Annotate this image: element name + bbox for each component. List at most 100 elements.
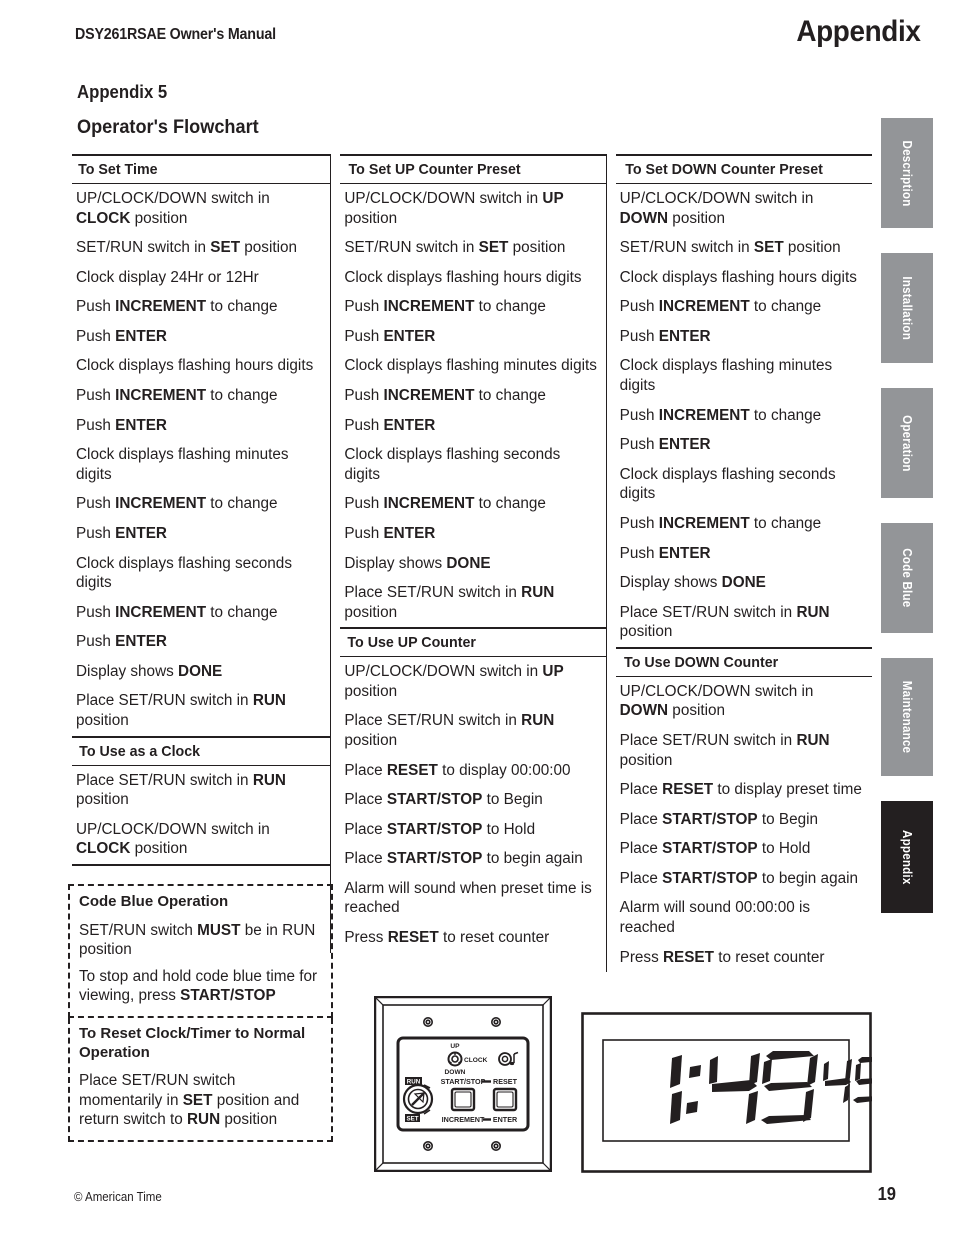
step-item: Place SET/RUN switch in RUN position <box>619 731 830 769</box>
step-item: Press RESET to reset counter <box>619 948 825 966</box>
step-list: UP/CLOCK/DOWN switch in DOWN position Pla… <box>616 677 872 972</box>
step-item: Clock displays flashing seconds digits <box>344 446 561 483</box>
operators-flowchart-table: To Set Time UP/CLOCK/DOWN switch in CLOCK… <box>72 154 873 973</box>
column-header: To Use as a Clock <box>72 735 331 766</box>
column-header: To Set UP Counter Preset <box>340 154 606 184</box>
chapter-title: Appendix <box>795 15 921 48</box>
step-item: Place START/STOP to Hold <box>344 820 536 838</box>
step-item: Place RESET to display preset time <box>619 781 862 799</box>
svg-text:RESET: RESET <box>493 1077 518 1086</box>
step-item: Push INCREMENT to change <box>76 387 278 405</box>
page-number: 19 <box>877 1184 896 1204</box>
step-item: Push ENTER <box>619 544 711 562</box>
callout-boxes: Code Blue Operation SET/RUN switch MUST b… <box>68 884 333 1142</box>
step-list: UP/CLOCK/DOWN switch in CLOCK position SE… <box>72 184 330 736</box>
svg-text:ENTER: ENTER <box>493 1115 518 1124</box>
side-tab-code-blue[interactable]: Code Blue <box>881 523 933 633</box>
step-item: Push INCREMENT to change <box>619 514 822 532</box>
step-item: Place SET/RUN switch in RUN position <box>76 692 286 729</box>
step-item: UP/CLOCK/DOWN switch in UP position <box>344 663 564 700</box>
callout-title: Code Blue Operation <box>79 893 229 910</box>
step-item: Place START/STOP to Hold <box>619 840 811 858</box>
svg-text:START/STOP: START/STOP <box>441 1077 486 1086</box>
step-item: Clock displays flashing seconds digits <box>76 554 292 592</box>
step-item: UP/CLOCK/DOWN switch in UP position <box>344 190 564 227</box>
side-tab-installation[interactable]: Installation <box>881 253 933 363</box>
step-item: Clock displays flashing minutes digits <box>619 357 833 395</box>
side-tab-label: Appendix <box>900 829 914 885</box>
step-item: Push INCREMENT to change <box>76 298 278 316</box>
step-item: Place START/STOP to Begin <box>344 791 543 809</box>
step-list: UP/CLOCK/DOWN switch in DOWN position SET… <box>616 184 872 647</box>
appendix-number: Appendix 5 <box>77 82 168 102</box>
step-item: Push ENTER <box>619 327 711 345</box>
step-item: Clock displays flashing minutes digits <box>76 446 289 483</box>
svg-text:RUN: RUN <box>407 1079 421 1086</box>
step-item: Clock display 24Hr or 12Hr <box>76 268 259 286</box>
step-item: Display shows DONE <box>76 662 223 680</box>
step-item: Push INCREMENT to change <box>344 495 546 513</box>
side-tab-maintenance[interactable]: Maintenance <box>881 658 933 776</box>
step-item: Clock displays flashing hours digits <box>344 268 582 286</box>
reset-button <box>492 1087 518 1112</box>
step-list: Place SET/RUN switch in RUN position UP/C… <box>72 766 331 866</box>
callout-paragraph: SET/RUN switch MUST be in RUN position <box>79 921 316 959</box>
step-item: Alarm will sound when preset time is rea… <box>344 879 592 917</box>
step-item: Push ENTER <box>619 436 711 454</box>
side-tab-label: Maintenance <box>900 680 914 754</box>
step-item: Push INCREMENT to change <box>76 603 278 621</box>
step-item: Push INCREMENT to change <box>619 298 822 316</box>
step-item: Display shows DONE <box>344 554 491 572</box>
copyright-notice: © American Time <box>74 1190 162 1204</box>
step-item: Push INCREMENT to change <box>619 406 822 424</box>
side-tab-description[interactable]: Description <box>881 118 933 228</box>
step-item: Place SET/RUN switch in RUN position <box>619 603 830 641</box>
column-header: To Set Time <box>72 154 331 184</box>
svg-text:DOWN: DOWN <box>445 1069 466 1076</box>
side-tab-label: Description <box>900 139 914 207</box>
step-item: Push INCREMENT to change <box>344 387 546 405</box>
callout-paragraph: Place SET/RUN switch momentarily in SET … <box>79 1072 300 1129</box>
step-item: Push INCREMENT to change <box>344 298 546 316</box>
step-item: Push ENTER <box>76 524 167 542</box>
control-panel-figure: UP CLOCK DOWN RUN SET START/STOP RESET I… <box>373 995 553 1173</box>
column-header: To Use UP Counter <box>340 627 606 658</box>
step-item: Alarm will sound 00:00:00 is reached <box>619 899 811 937</box>
column-header-label: To Set Time <box>78 161 158 178</box>
step-item: Push ENTER <box>76 416 167 434</box>
flow-column-1: To Set Time UP/CLOCK/DOWN switch in CLOCK… <box>72 154 331 866</box>
step-item: Display shows DONE <box>619 574 766 592</box>
callout-paragraph: To stop and hold code blue time for view… <box>79 967 318 1005</box>
step-item: Place RESET to display 00:00:00 <box>344 761 571 779</box>
callout-box: Code Blue Operation SET/RUN switch MUST b… <box>68 884 333 1018</box>
step-item: UP/CLOCK/DOWN switch in DOWN position <box>619 682 814 720</box>
flow-column-2: To Set UP Counter Preset UP/CLOCK/DOWN sw… <box>330 154 606 953</box>
start-stop-button <box>450 1087 476 1112</box>
step-item: Place START/STOP to begin again <box>344 850 583 868</box>
lcd-display-figure <box>581 1012 885 1173</box>
step-item: SET/RUN switch in SET position <box>344 239 566 257</box>
side-tab-operation[interactable]: Operation <box>881 388 933 498</box>
step-item: Push ENTER <box>344 524 436 542</box>
step-item: Push ENTER <box>344 416 436 434</box>
side-tab-appendix[interactable]: Appendix <box>881 801 933 913</box>
step-item: Place SET/RUN switch in RUN position <box>344 584 555 621</box>
svg-text:UP: UP <box>450 1043 460 1050</box>
step-item: Clock displays flashing seconds digits <box>619 465 836 503</box>
step-item: UP/CLOCK/DOWN switch in DOWN position <box>619 190 814 227</box>
manual-title: DSY261RSAE Owner's Manual <box>75 26 276 43</box>
step-item: Push ENTER <box>76 327 167 345</box>
step-item: Push INCREMENT to change <box>76 495 278 513</box>
step-item: Place SET/RUN switch in RUN position <box>344 712 555 749</box>
step-item: Push ENTER <box>76 633 167 651</box>
step-item: Push ENTER <box>344 327 436 345</box>
step-list: UP/CLOCK/DOWN switch in UP position Place… <box>340 657 605 952</box>
callout-title: To Reset Clock/Timer to Normal Operation <box>79 1024 306 1061</box>
column-header: To Use DOWN Counter <box>615 646 873 677</box>
callout-box: To Reset Clock/Timer to Normal Operation… <box>68 1017 333 1142</box>
side-tab-strip: Description Installation Operation Code Blu… <box>881 118 933 938</box>
step-item: Clock displays flashing hours digits <box>76 357 314 375</box>
column-header: To Set DOWN Counter Preset <box>615 154 873 184</box>
step-item: UP/CLOCK/DOWN switch in CLOCK position <box>76 190 270 227</box>
side-tab-label: Operation <box>900 414 914 472</box>
